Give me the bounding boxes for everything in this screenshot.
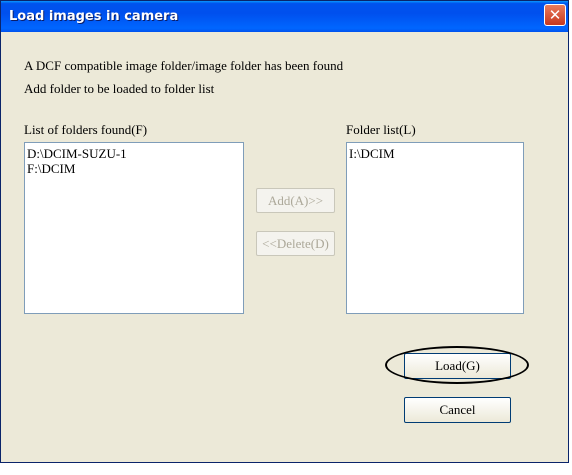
close-button[interactable]: ✕: [544, 4, 566, 26]
delete-button[interactable]: <<Delete(D): [256, 231, 335, 256]
folder-list-item[interactable]: I:\DCIM: [349, 146, 521, 161]
message-line-1: A DCF compatible image folder/image fold…: [24, 58, 344, 73]
cancel-button[interactable]: Cancel: [404, 397, 511, 423]
found-folder-item[interactable]: D:\DCIM-SUZU-1: [27, 146, 241, 161]
load-button-highlight-ellipse: [385, 346, 529, 384]
found-folder-item[interactable]: F:\DCIM: [27, 161, 241, 176]
folder-list-listbox[interactable]: I:\DCIM: [346, 142, 524, 314]
found-folders-label: List of folders found(F): [24, 122, 148, 137]
window-title: Load images in camera: [9, 9, 179, 24]
folder-list-label: Folder list(L): [346, 122, 416, 137]
message-line-2: Add folder to be loaded to folder list: [24, 81, 215, 96]
close-icon: ✕: [548, 6, 562, 24]
load-images-dialog: Load images in camera ✕ A DCF compatible…: [0, 0, 569, 463]
add-button[interactable]: Add(A)>>: [256, 188, 335, 213]
found-folders-listbox[interactable]: D:\DCIM-SUZU-1 F:\DCIM: [24, 142, 244, 314]
title-bar: Load images in camera ✕: [1, 1, 568, 32]
